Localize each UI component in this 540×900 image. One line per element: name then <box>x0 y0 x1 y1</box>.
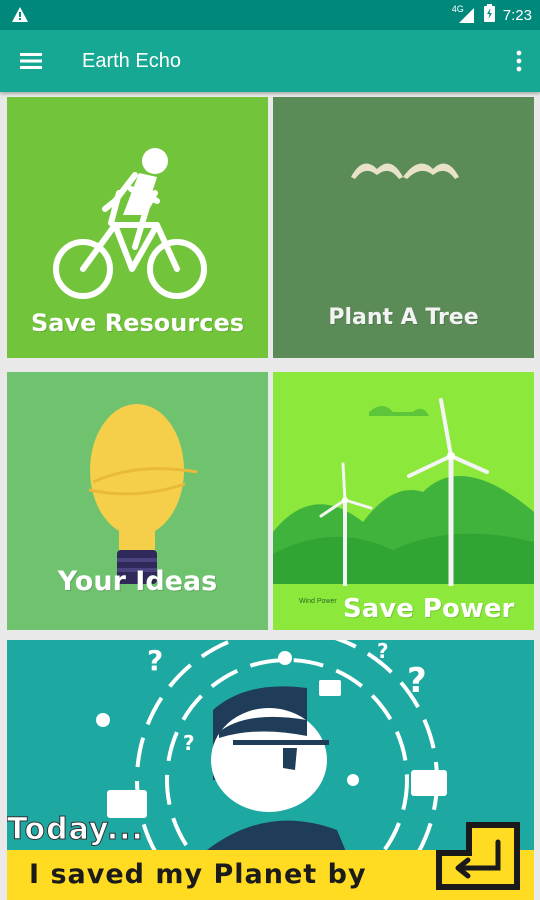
tile-save-power[interactable]: Wind Power Save Power <box>273 372 534 630</box>
svg-text:?: ? <box>377 640 389 663</box>
menu-icon[interactable] <box>18 49 46 73</box>
banner-strip-text: I saved my Planet by <box>29 859 367 890</box>
overflow-menu-icon[interactable] <box>514 49 524 73</box>
app-bar: Earth Echo <box>0 30 540 92</box>
tile-plant-tree[interactable]: Plant A Tree <box>273 97 534 358</box>
tile-banner[interactable]: ? ? ? ? Today... I saved my Planet by <box>7 640 534 900</box>
svg-text:?: ? <box>183 731 195 755</box>
svg-text:?: ? <box>147 644 163 677</box>
status-bar: 4G 7:23 <box>0 0 540 30</box>
tile-label: Your Ideas <box>57 566 218 597</box>
wind-turbine-icon <box>273 398 534 630</box>
tile-label: Plant A Tree <box>328 305 479 330</box>
tile-your-ideas[interactable]: Your Ideas <box>7 372 268 630</box>
app-title: Earth Echo <box>82 50 181 72</box>
tile-caption: Wind Power <box>299 598 337 605</box>
tile-label: Save Power <box>343 594 515 624</box>
warning-icon <box>12 7 28 26</box>
signal-icon: 4G <box>452 4 476 24</box>
enter-key-icon[interactable] <box>432 818 524 894</box>
banner-today: Today... <box>7 812 144 848</box>
tile-save-resources[interactable]: Save Resources <box>7 97 268 358</box>
battery-icon <box>483 4 495 26</box>
clock: 7:23 <box>502 6 532 24</box>
tile-label: Save Resources <box>31 309 244 337</box>
svg-text:?: ? <box>407 661 427 701</box>
